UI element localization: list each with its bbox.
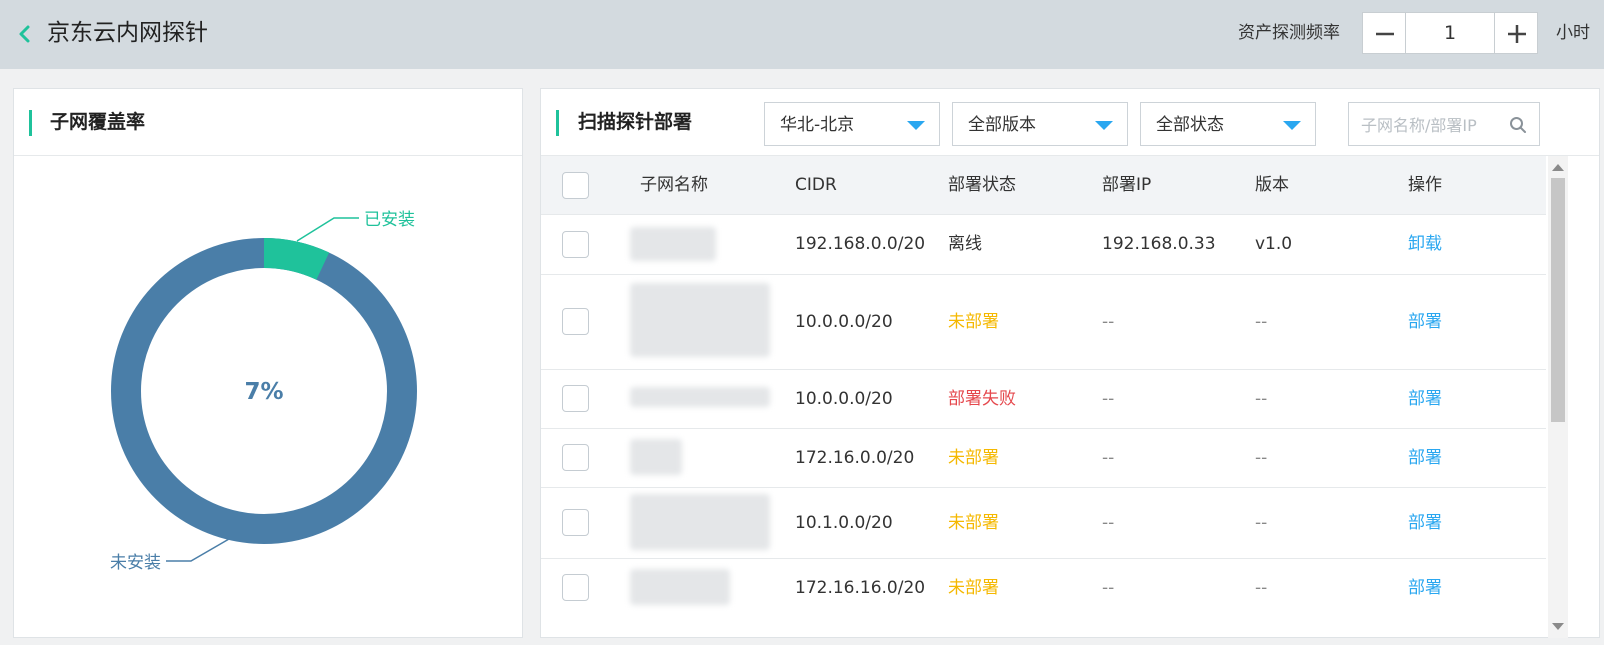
table-scrollbar[interactable] bbox=[1548, 156, 1568, 638]
back-chevron-icon[interactable] bbox=[14, 23, 36, 45]
deploy-link[interactable]: 部署 bbox=[1408, 510, 1442, 536]
status-cell: 离线 bbox=[948, 234, 982, 254]
redacted-subnet-name bbox=[630, 283, 770, 357]
col-header-name: 子网名称 bbox=[640, 175, 708, 195]
table-row: 172.16.0.0/20 未部署 -- -- 部署 bbox=[541, 429, 1546, 488]
col-header-ip: 部署IP bbox=[1102, 175, 1152, 195]
status-cell: 部署失败 bbox=[948, 389, 1016, 409]
table-row: 10.0.0.0/20 未部署 -- -- 部署 bbox=[541, 275, 1546, 370]
table-row: 192.168.0.0/20 离线 192.168.0.33 v1.0 卸载 bbox=[541, 215, 1546, 275]
scroll-up-arrow-icon[interactable] bbox=[1552, 164, 1564, 171]
table-header-row: 子网名称 CIDR 部署状态 部署IP 版本 操作 bbox=[541, 156, 1546, 215]
redacted-subnet-name bbox=[630, 387, 770, 407]
table-row: 10.1.0.0/20 未部署 -- -- 部署 bbox=[541, 488, 1546, 559]
ip-cell: -- bbox=[1102, 578, 1115, 598]
status-cell: 未部署 bbox=[948, 448, 999, 468]
row-checkbox[interactable] bbox=[562, 574, 589, 601]
row-checkbox[interactable] bbox=[562, 444, 589, 471]
deploy-link[interactable]: 部署 bbox=[1408, 575, 1442, 601]
region-select-value: 华北-北京 bbox=[780, 115, 855, 135]
coverage-donut-chart: 7% 已安装 未安装 bbox=[110, 210, 417, 573]
table-row: 10.0.0.0/20 部署失败 -- -- 部署 bbox=[541, 370, 1546, 429]
ip-cell: -- bbox=[1102, 448, 1115, 468]
select-all-checkbox[interactable] bbox=[562, 172, 589, 199]
decrement-button[interactable] bbox=[1362, 12, 1406, 54]
title-accent-bar bbox=[29, 110, 32, 136]
coverage-panel: 子网覆盖率 7% 已安装 未安装 bbox=[13, 88, 523, 638]
frequency-unit: 小时 bbox=[1556, 23, 1590, 43]
redacted-subnet-name bbox=[630, 494, 770, 550]
increment-button[interactable] bbox=[1494, 12, 1538, 54]
top-header: 京东云内网探针 资产探测频率 1 小时 bbox=[0, 0, 1604, 69]
version-cell: -- bbox=[1255, 312, 1268, 332]
search-box bbox=[1348, 102, 1540, 146]
row-checkbox[interactable] bbox=[562, 385, 589, 412]
asset-detect-frequency-label: 资产探测频率 bbox=[1238, 23, 1340, 43]
table-row: 172.16.16.0/20 未部署 -- -- 部署 bbox=[541, 559, 1546, 618]
installed-leader-line bbox=[296, 217, 359, 242]
cidr-cell: 10.1.0.0/20 bbox=[795, 513, 893, 533]
status-cell: 未部署 bbox=[948, 578, 999, 598]
caret-down-icon bbox=[1095, 121, 1113, 130]
coverage-title: 子网覆盖率 bbox=[50, 111, 146, 133]
cidr-cell: 192.168.0.0/20 bbox=[795, 234, 926, 254]
cidr-cell: 172.16.16.0/20 bbox=[795, 578, 926, 598]
redacted-subnet-name bbox=[630, 227, 716, 261]
ip-cell: -- bbox=[1102, 513, 1115, 533]
deploy-link[interactable]: 部署 bbox=[1408, 445, 1442, 471]
version-select-value: 全部版本 bbox=[968, 115, 1036, 135]
redacted-subnet-name bbox=[630, 569, 730, 605]
deploy-table: 子网名称 CIDR 部署状态 部署IP 版本 操作 192.168.0.0/20… bbox=[541, 156, 1546, 618]
status-cell: 未部署 bbox=[948, 312, 999, 332]
ip-cell: -- bbox=[1102, 312, 1115, 332]
frequency-value[interactable]: 1 bbox=[1406, 12, 1494, 54]
coverage-percent: 7% bbox=[244, 379, 283, 405]
title-accent-bar bbox=[556, 110, 559, 136]
version-cell: -- bbox=[1255, 448, 1268, 468]
ip-cell: -- bbox=[1102, 389, 1115, 409]
status-cell: 未部署 bbox=[948, 513, 999, 533]
cidr-cell: 10.0.0.0/20 bbox=[795, 312, 893, 332]
caret-down-icon bbox=[1283, 121, 1301, 130]
cidr-cell: 172.16.0.0/20 bbox=[795, 448, 915, 468]
scroll-down-arrow-icon[interactable] bbox=[1552, 623, 1564, 630]
deploy-panel: 扫描探针部署 华北-北京 全部版本 全部状态 子网名称 CIDR 部署状态 bbox=[540, 88, 1600, 638]
col-header-status: 部署状态 bbox=[948, 175, 1016, 195]
col-header-action: 操作 bbox=[1408, 175, 1442, 195]
uninstall-link[interactable]: 卸载 bbox=[1408, 231, 1442, 257]
coverage-panel-header: 子网覆盖率 bbox=[14, 89, 522, 156]
version-cell: -- bbox=[1255, 513, 1268, 533]
redacted-subnet-name bbox=[630, 439, 682, 475]
frequency-stepper: 1 bbox=[1362, 12, 1538, 54]
version-cell: v1.0 bbox=[1255, 234, 1293, 254]
uninstalled-label: 未安装 bbox=[110, 553, 161, 573]
row-checkbox[interactable] bbox=[562, 509, 589, 536]
deploy-link[interactable]: 部署 bbox=[1408, 386, 1442, 412]
plus-icon bbox=[1508, 25, 1526, 43]
deploy-panel-header: 扫描探针部署 华北-北京 全部版本 全部状态 bbox=[541, 89, 1599, 156]
cidr-cell: 10.0.0.0/20 bbox=[795, 389, 893, 409]
deploy-title: 扫描探针部署 bbox=[578, 111, 693, 133]
installed-label: 已安装 bbox=[364, 210, 415, 230]
ip-cell: 192.168.0.33 bbox=[1102, 234, 1216, 254]
row-checkbox[interactable] bbox=[562, 231, 589, 258]
page-title: 京东云内网探针 bbox=[47, 20, 208, 46]
region-select[interactable]: 华北-北京 bbox=[764, 102, 940, 146]
uninstalled-leader-line bbox=[166, 538, 230, 562]
version-cell: -- bbox=[1255, 578, 1268, 598]
status-select-value: 全部状态 bbox=[1156, 115, 1224, 135]
search-icon[interactable] bbox=[1509, 116, 1527, 134]
caret-down-icon bbox=[907, 121, 925, 130]
version-cell: -- bbox=[1255, 389, 1268, 409]
search-input[interactable] bbox=[1361, 111, 1511, 139]
row-checkbox[interactable] bbox=[562, 308, 589, 335]
col-header-version: 版本 bbox=[1255, 175, 1289, 195]
installed-arc bbox=[263, 238, 330, 280]
scrollbar-thumb[interactable] bbox=[1551, 178, 1565, 422]
minus-icon bbox=[1376, 32, 1394, 36]
version-select[interactable]: 全部版本 bbox=[952, 102, 1128, 146]
status-select[interactable]: 全部状态 bbox=[1140, 102, 1316, 146]
deploy-link[interactable]: 部署 bbox=[1408, 309, 1442, 335]
col-header-cidr: CIDR bbox=[795, 175, 837, 195]
